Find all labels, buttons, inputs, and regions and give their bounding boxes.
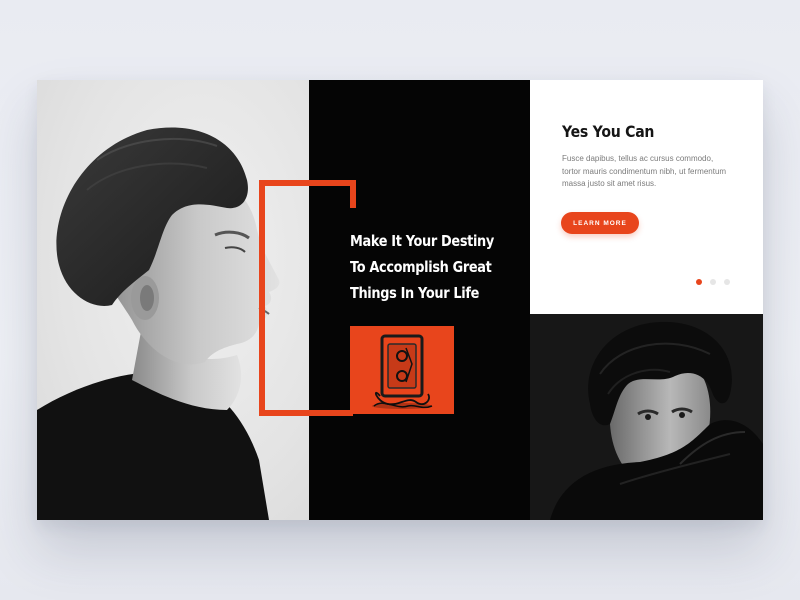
headline-line-3: Things In Your Life	[350, 284, 479, 302]
learn-more-button[interactable]: LEARN MORE	[561, 212, 639, 234]
headline-line-2: To Accomplish Great	[350, 258, 492, 276]
turtleneck-illustration	[530, 314, 763, 520]
section-description: Fusce dapibus, tellus ac cursus commodo,…	[562, 154, 727, 188]
cassette-tape-photo	[350, 326, 454, 414]
info-panel: Yes You Can Fusce dapibus, tellus ac cur…	[530, 80, 763, 314]
carousel-dot-2[interactable]	[710, 279, 716, 285]
turtleneck-portrait-photo	[530, 314, 763, 520]
headline-line-1: Make It Your Destiny	[350, 232, 494, 250]
hero-card: Make It Your Destiny To Accomplish Great…	[37, 80, 763, 520]
cassette-illustration	[372, 334, 433, 409]
hero-headline: Make It Your Destiny To Accomplish Great…	[350, 228, 496, 306]
carousel-dot-1[interactable]	[696, 279, 702, 285]
carousel-dot-3[interactable]	[724, 279, 730, 285]
accent-bracket-frame	[259, 180, 356, 416]
section-title: Yes You Can	[562, 122, 655, 141]
carousel-pagination	[696, 279, 730, 285]
